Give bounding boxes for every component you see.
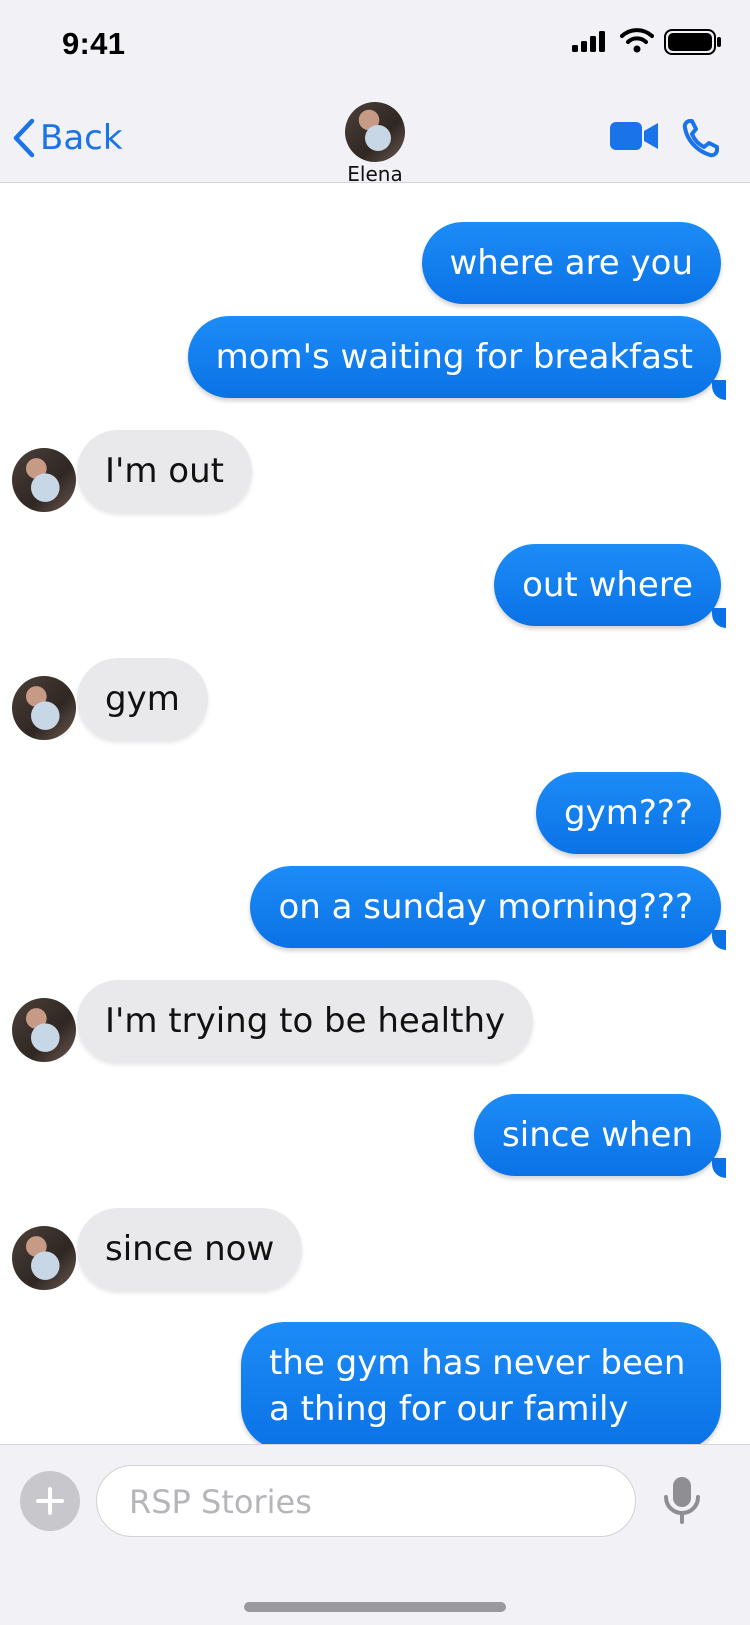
chat-header: Back Elena (0, 90, 750, 186)
bubble-tail (712, 1158, 726, 1178)
message-input[interactable]: RSP Stories (96, 1465, 636, 1537)
plus-icon (36, 1487, 64, 1515)
bubble-tail (712, 930, 726, 950)
home-indicator (244, 1602, 506, 1612)
incoming-message[interactable]: gym (77, 658, 208, 740)
status-time: 9:41 (62, 26, 126, 61)
composer-bar: RSP Stories (0, 1444, 750, 1625)
outgoing-message[interactable]: the gym has never been a thing for our f… (241, 1322, 721, 1450)
outgoing-message[interactable]: gym??? (536, 772, 721, 854)
contact-name[interactable]: Elena (0, 162, 750, 186)
status-bar: 9:41 (0, 0, 750, 90)
back-button[interactable]: Back (12, 118, 123, 158)
outgoing-message[interactable]: where are you (421, 222, 721, 304)
outgoing-message[interactable]: on a sunday morning??? (250, 866, 721, 948)
add-attachment-button[interactable] (20, 1471, 80, 1531)
sender-avatar[interactable] (12, 676, 76, 740)
microphone-icon[interactable] (662, 1475, 702, 1525)
signal-bars-icon (572, 31, 605, 52)
sender-avatar[interactable] (12, 1226, 76, 1290)
phone-icon[interactable] (682, 118, 720, 158)
bubble-tail (712, 608, 726, 628)
battery-icon (664, 29, 721, 55)
outgoing-message[interactable]: mom's waiting for breakfast (187, 316, 721, 398)
bubble-tail (712, 380, 726, 400)
contact-avatar[interactable] (345, 102, 405, 162)
outgoing-message[interactable]: out where (494, 544, 721, 626)
sender-avatar[interactable] (12, 448, 76, 512)
back-label: Back (40, 118, 123, 158)
video-camera-icon[interactable] (610, 120, 660, 152)
wifi-icon (620, 28, 654, 53)
incoming-message[interactable]: I'm out (77, 430, 252, 512)
outgoing-message[interactable]: since when (474, 1094, 721, 1176)
incoming-message[interactable]: since now (77, 1208, 303, 1290)
chevron-left-icon (13, 118, 35, 158)
incoming-message[interactable]: I'm trying to be healthy (77, 980, 534, 1062)
sender-avatar[interactable] (12, 998, 76, 1062)
